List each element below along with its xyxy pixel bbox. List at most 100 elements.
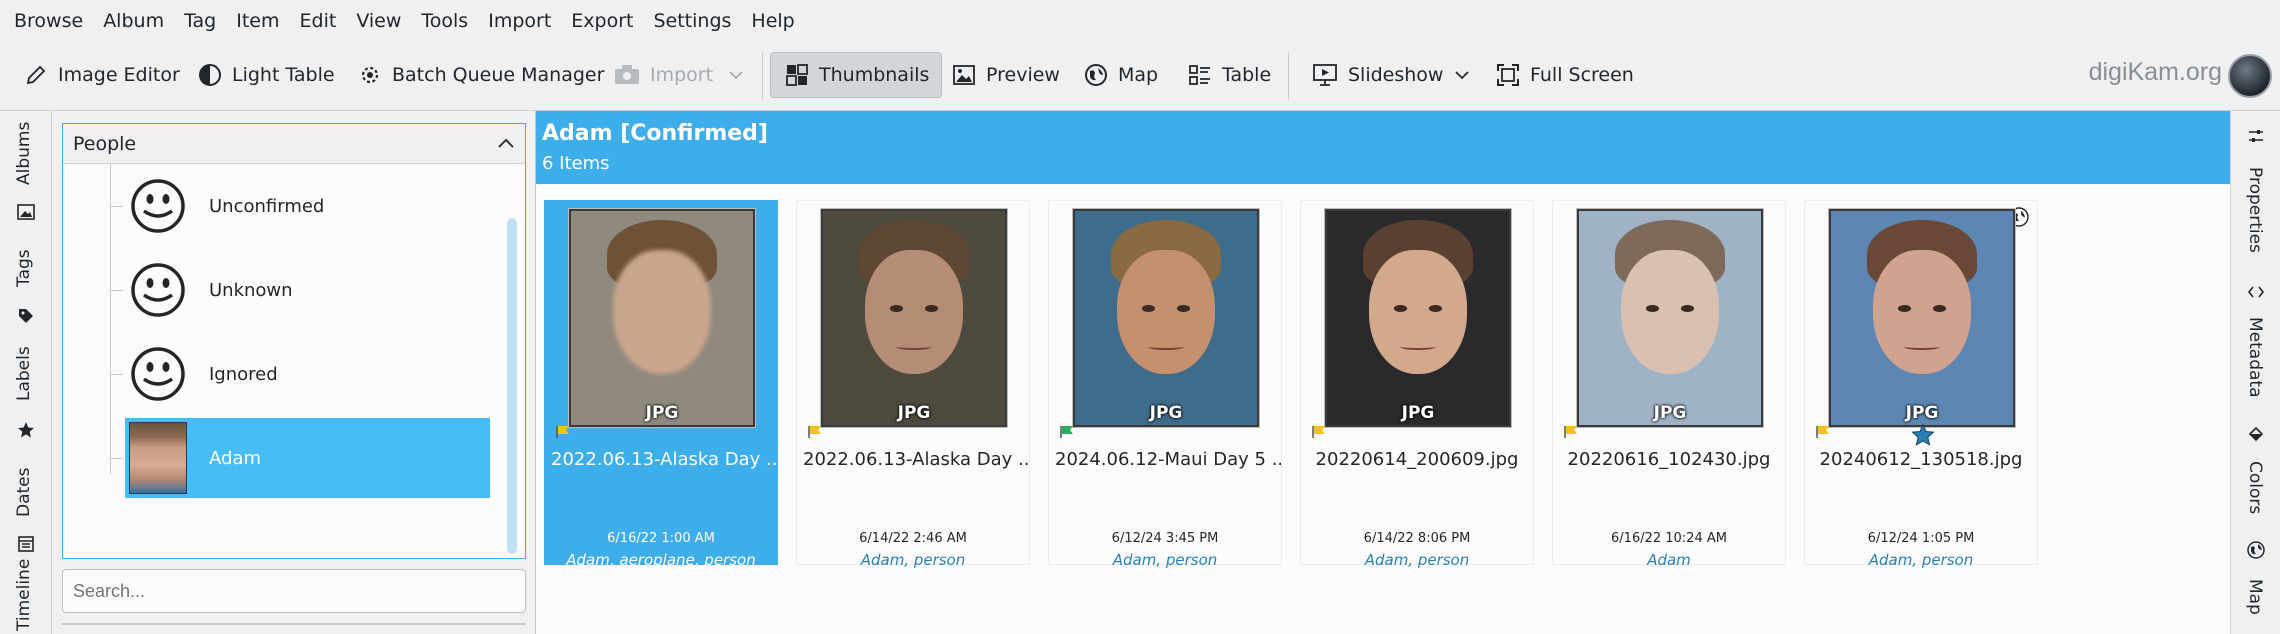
people-item-ignored[interactable]: Ignored	[111, 334, 490, 414]
format-label: JPG	[897, 403, 931, 423]
menu-view[interactable]: View	[346, 0, 411, 42]
file-date: 6/12/24 3:45 PM	[1111, 531, 1219, 546]
file-name: 20220616_102430.jpg	[1567, 449, 1771, 470]
tab-albums[interactable]: Albums	[14, 122, 34, 185]
rating-star-icon[interactable]	[1911, 423, 1935, 447]
tab-timeline[interactable]: Timeline	[14, 559, 34, 631]
tab-dates[interactable]: Dates	[14, 468, 34, 518]
toolbar-separator	[762, 52, 763, 100]
slideshow-button[interactable]: Slideshow	[1312, 52, 1443, 98]
thumbnail-item[interactable]: JPG 2024.06.12-Maui Day 5 ... 6/12/24 3:…	[1048, 200, 1282, 569]
right-sidebar-tabs: Properties Metadata Colors Map	[2230, 111, 2280, 634]
batch-queue-label: Batch Queue Manager	[392, 64, 605, 86]
people-tree: People Unconfirmed Unknown Ignored Adam	[62, 123, 526, 559]
menu-item[interactable]: Item	[226, 0, 289, 42]
slideshow-dropdown[interactable]	[1454, 52, 1480, 98]
photo-face	[612, 249, 712, 374]
thumbnail-item[interactable]: JPG 2022.06.13-Alaska Day ... 6/16/22 1:…	[544, 200, 778, 569]
file-date: 6/14/22 2:46 AM	[859, 531, 967, 546]
menu-tag[interactable]: Tag	[174, 0, 226, 42]
thumbnail-grid: JPG 2022.06.13-Alaska Day ... 6/16/22 1:…	[536, 184, 2230, 634]
star-icon	[18, 422, 34, 438]
chevron-down-icon	[729, 71, 743, 80]
import-label: Import	[650, 64, 714, 86]
smiley-face-icon	[131, 263, 185, 317]
file-name: 2024.06.12-Maui Day 5 ...	[1055, 449, 1281, 470]
light-table-icon	[199, 64, 221, 86]
brand-text[interactable]: digiKam.org	[2089, 58, 2222, 87]
format-label: JPG	[1401, 403, 1435, 423]
menu-browse[interactable]: Browse	[4, 0, 93, 42]
thumbnail-item[interactable]: JPG 20220616_102430.jpg 6/16/22 10:24 AM…	[1552, 200, 1786, 569]
photo-eye	[1428, 305, 1442, 312]
thumbnail-item[interactable]: JPG 20220614_200609.jpg 6/14/22 8:06 PM …	[1300, 200, 1534, 569]
batch-queue-button[interactable]: Batch Queue Manager	[358, 52, 604, 98]
album-title: Adam [Confirmed]	[542, 121, 768, 146]
panel-divider	[62, 623, 526, 625]
people-side-panel: People Unconfirmed Unknown Ignored Adam	[52, 111, 536, 634]
photo-eye	[1142, 305, 1156, 312]
image-editor-button[interactable]: Image Editor	[24, 52, 180, 98]
file-date: 6/14/22 8:06 PM	[1363, 531, 1471, 546]
import-button[interactable]: Import	[614, 52, 713, 98]
menu-export[interactable]: Export	[561, 0, 643, 42]
menu-edit[interactable]: Edit	[290, 0, 347, 42]
tab-map[interactable]: Map	[2245, 579, 2265, 615]
people-search-input[interactable]	[62, 569, 526, 613]
preview-button[interactable]: Preview	[952, 52, 1060, 98]
people-item-label: Ignored	[209, 363, 278, 385]
people-item-unknown[interactable]: Unknown	[111, 250, 490, 330]
left-sidebar-tabs: Albums Tags Labels Dates Timeline	[0, 111, 52, 634]
menu-help[interactable]: Help	[741, 0, 804, 42]
smiley-face-icon	[131, 347, 185, 401]
map-button[interactable]: Map	[1084, 52, 1158, 98]
menu-import[interactable]: Import	[478, 0, 561, 42]
menu-bar: Browse Album Tag Item Edit View Tools Im…	[0, 0, 2280, 42]
people-item-adam[interactable]: Adam	[111, 418, 490, 498]
slideshow-label: Slideshow	[1348, 64, 1444, 86]
image-editor-label: Image Editor	[58, 64, 180, 86]
tree-branch-line	[111, 374, 123, 375]
album-header: Adam [Confirmed] 6 Items	[536, 111, 2230, 184]
tab-labels[interactable]: Labels	[14, 346, 34, 401]
tab-colors[interactable]: Colors	[2245, 461, 2265, 514]
tab-properties[interactable]: Properties	[2245, 167, 2265, 253]
chevron-up-icon[interactable]	[497, 136, 515, 150]
import-dropdown[interactable]	[728, 52, 754, 98]
full-screen-button[interactable]: Full Screen	[1496, 52, 1634, 98]
people-item-unconfirmed[interactable]: Unconfirmed	[111, 166, 490, 246]
file-tags: Adam, person	[1112, 551, 1218, 569]
table-label: Table	[1222, 64, 1272, 86]
people-header[interactable]: People	[63, 124, 525, 164]
tab-metadata[interactable]: Metadata	[2245, 317, 2265, 398]
chevron-down-icon	[1455, 71, 1469, 80]
photo-eye	[890, 305, 904, 312]
menu-tools[interactable]: Tools	[411, 0, 478, 42]
globe-icon	[1085, 64, 1107, 86]
table-button[interactable]: Table	[1188, 52, 1271, 98]
code-icon	[2247, 286, 2265, 298]
file-tags: Adam	[1647, 551, 1691, 569]
file-name: 20240612_130518.jpg	[1819, 449, 2023, 470]
people-item-label: Adam	[209, 447, 261, 469]
flag-icon	[1816, 426, 1829, 438]
format-label: JPG	[645, 403, 679, 423]
globe-icon	[2247, 541, 2265, 559]
tab-tags[interactable]: Tags	[14, 249, 34, 287]
tree-branch-line	[110, 164, 111, 474]
flag-icon	[556, 426, 569, 438]
menu-settings[interactable]: Settings	[643, 0, 741, 42]
photo-face	[1872, 249, 1972, 374]
format-label: JPG	[1905, 403, 1939, 423]
thumbnail-item[interactable]: JPG 20240612_130518.jpg 6/12/24 1:05 PM …	[1804, 200, 2038, 569]
thumbnails-icon	[786, 64, 808, 86]
light-table-button[interactable]: Light Table	[198, 52, 335, 98]
fullscreen-icon	[1497, 64, 1519, 86]
people-scrollbar[interactable]	[507, 218, 517, 554]
thumbnails-button[interactable]: Thumbnails	[770, 52, 943, 98]
photo-face	[1116, 249, 1216, 374]
menu-album[interactable]: Album	[93, 0, 174, 42]
photo-eye	[1680, 305, 1694, 312]
gear-icon	[361, 66, 379, 84]
thumbnail-item[interactable]: JPG 2022.06.13-Alaska Day ... 6/14/22 2:…	[796, 200, 1030, 569]
